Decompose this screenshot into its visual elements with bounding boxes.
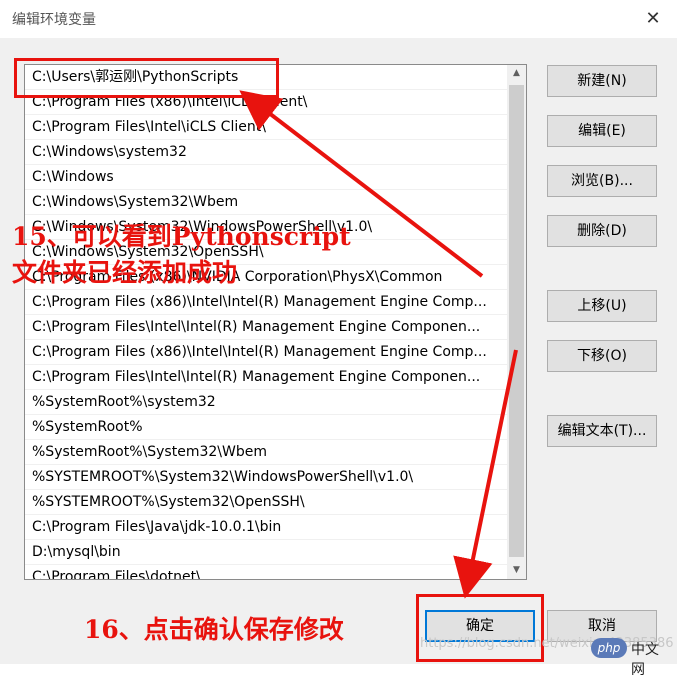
annotation-arrows [239,90,518,599]
annotation-step15-line2: 文件夹已经添加成功 [12,258,238,287]
arrow-to-ok-button [453,349,518,599]
php-logo-icon: php [591,638,627,658]
logo-text: 中文网 [631,642,659,678]
annotation-step15-line1: 15、可以看到Pythonscript [12,222,351,251]
annotation-step16: 16、点击确认保存修改 [84,615,344,644]
site-logo: php 中文网 [591,638,669,678]
